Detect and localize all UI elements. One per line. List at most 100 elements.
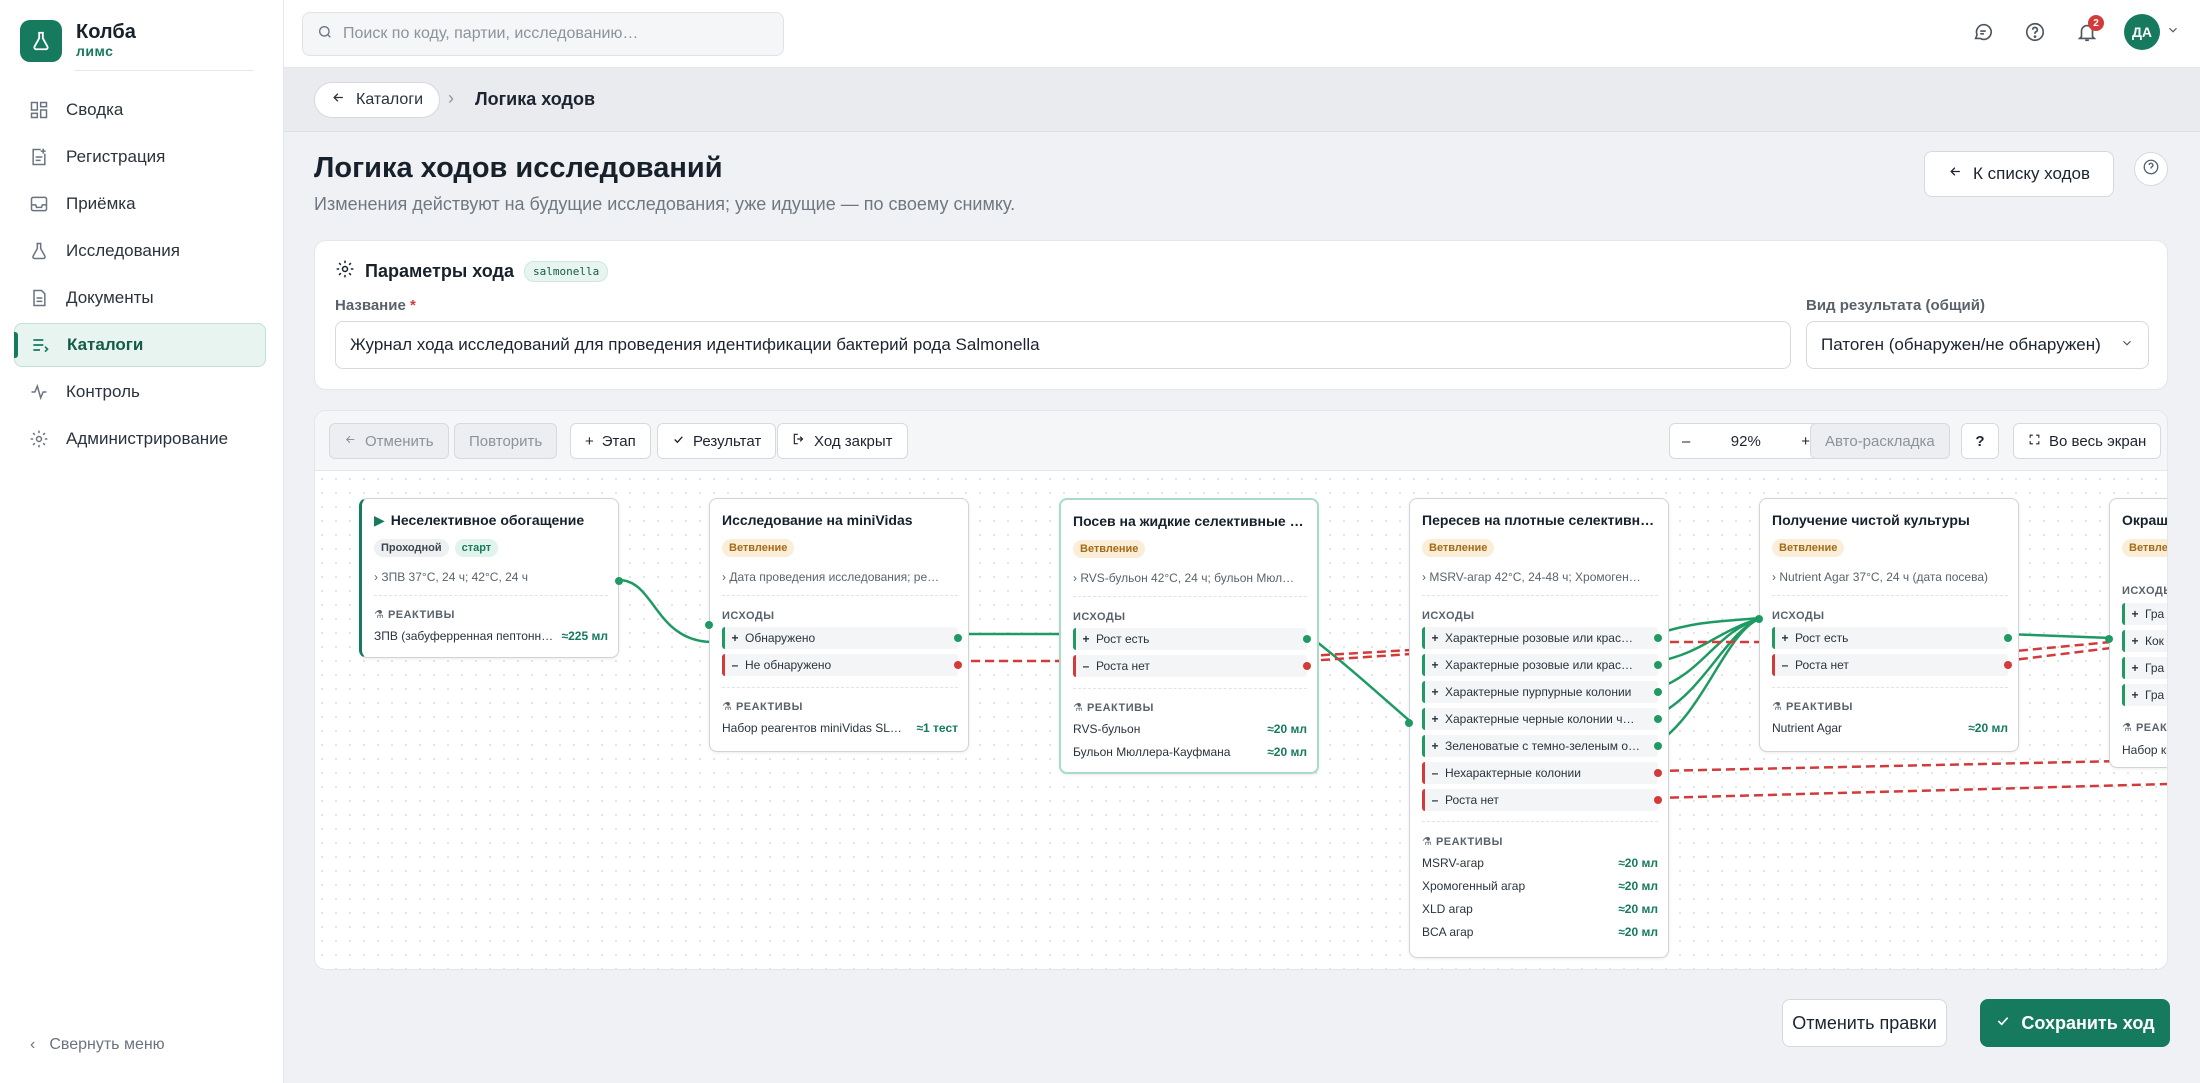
page-title: Логика ходов исследований [314,152,723,184]
outcome-port[interactable] [954,661,962,669]
editor-help-button[interactable]: ? [1961,423,1999,459]
page-help-button[interactable] [2134,152,2168,186]
flow-node[interactable]: ▶ Неселективное обогащение Проходной стар… [359,498,623,658]
close-flow-button[interactable]: Ход закрыт [777,423,908,459]
outcome-row[interactable]: + Рост есть [1073,628,1307,650]
outcome-row[interactable]: – Роста нет [1073,655,1307,677]
outcome-row[interactable]: – Роста нет [1422,789,1658,811]
sidebar-item-research[interactable]: Исследования [14,229,266,273]
flow-node[interactable]: Получение чистой культуры Ветвление › Nu… [1755,498,2019,752]
reagents-heading: ⚗ РЕАКТИВЫ [1422,835,1503,848]
outcome-sign: – [1431,793,1439,807]
outcome-port[interactable] [1654,634,1662,642]
reagents-heading-text: РЕАКТИВЫ [1435,836,1503,848]
outcome-port[interactable] [1654,688,1662,696]
outcome-port[interactable] [1654,661,1662,669]
arrow-left-icon [1948,164,1963,184]
outcome-row[interactable]: + Гра [2122,603,2167,625]
outcome-port[interactable] [1303,635,1311,643]
help-icon[interactable] [2020,17,2050,47]
bell-icon[interactable]: 2 [2072,15,2104,47]
outcome-row[interactable]: – Роста нет [1772,654,2008,676]
outcome-port[interactable] [1654,769,1662,777]
sidebar-item-summary[interactable]: Сводка [14,88,266,132]
reagent-row: Nutrient Agar ≈20 мл [1772,721,2008,735]
flow-canvas[interactable]: ▶ Неселективное обогащение Проходной стар… [315,472,2167,969]
brand[interactable]: Колба лимс [20,20,136,62]
outcome-row[interactable]: + Гра [2122,684,2167,706]
sidebar-item-documents[interactable]: Документы [14,276,266,320]
outcome-row[interactable]: – Нехарактерные колонии [1422,762,1658,784]
flow-node[interactable]: Посев на жидкие селективные … Ветвление … [1059,498,1319,774]
outcome-row[interactable]: + Характерные розовые или крас… [1422,654,1658,676]
node-title: Получение чистой культуры [1772,512,1970,528]
auto-layout-label: Авто-раскладка [1825,432,1935,450]
fullscreen-button[interactable]: Во весь экран [2013,423,2162,459]
redo-button[interactable]: Повторить [454,423,558,459]
outcome-row[interactable]: + Обнаружено [722,627,958,649]
zoom-in-button[interactable]: + [1801,433,1810,450]
add-stage-button[interactable]: + Этап [570,423,651,459]
arrow-left-icon [344,433,357,450]
outcome-port[interactable] [1303,662,1311,670]
outcome-row[interactable]: + Кок [2122,630,2167,652]
cancel-changes-button[interactable]: Отменить правки [1782,999,1947,1047]
result-type-select[interactable]: Патоген (обнаружен/не обнаружен) [1806,321,2149,369]
back-to-list-button[interactable]: К списку ходов [1924,151,2114,197]
outcome-sign: + [731,631,739,645]
auto-layout-button[interactable]: Авто-раскладка [1810,423,1950,459]
add-result-button[interactable]: Результат [657,423,777,459]
node-conditions: › MSRV-агар 42°C, 24-48 ч; Хромоген… [1422,570,1641,584]
search-input[interactable]: Поиск по коду, партии, исследованию… [302,12,784,56]
zoom-out-button[interactable]: – [1682,433,1690,450]
outcome-row[interactable]: + Характерные черные колонии ч… [1422,708,1658,730]
outcome-row[interactable]: – Не обнаружено [722,654,958,676]
output-port[interactable] [615,577,623,585]
flask-small-icon: ⚗ [1073,702,1084,714]
outcome-row[interactable]: + Зеленоватые с темно-зеленым о… [1422,735,1658,757]
sidebar-item-catalogs[interactable]: Каталоги [14,323,266,367]
reagents-heading-text: РЕАКТИВЫ [1785,701,1853,713]
flow-params-card: Параметры хода salmonella Название * Жур… [314,240,2168,390]
outcome-port[interactable] [1654,796,1662,804]
sidebar-item-intake[interactable]: Приёмка [14,182,266,226]
outcome-row[interactable]: + Характерные розовые или крас… [1422,627,1658,649]
input-port[interactable] [2105,635,2113,643]
outcome-text: Характерные черные колонии ч… [1445,712,1635,726]
sidebar-item-control[interactable]: Контроль [14,370,266,414]
exit-icon [792,432,806,450]
name-field[interactable]: Журнал хода исследований для проведения … [335,321,1791,369]
reagent-qty: ≈20 мл [1618,856,1658,870]
divider [1422,821,1658,822]
input-port[interactable] [1755,615,1763,623]
flow-node[interactable]: Пересев на плотные селективн… Ветвление … [1405,498,1669,958]
sidebar-item-registration[interactable]: Регистрация [14,135,266,179]
flow-node[interactable]: Исследование на miniVidas Ветвление › Да… [705,498,969,752]
outcome-port[interactable] [954,634,962,642]
outcome-row[interactable]: + Гра [2122,657,2167,679]
reagent-row: BCA агар ≈20 мл [1422,925,1658,939]
outcome-port[interactable] [2004,634,2012,642]
outcome-row[interactable]: + Характерные пурпурные колонии [1422,681,1658,703]
input-port[interactable] [1405,719,1413,727]
outcome-sign: – [731,658,739,672]
reagent-qty: ≈20 мл [1267,722,1307,736]
flow-node[interactable]: Окраш Ветвле ИСХОДЫ +Гра +Кок +Гра +Гра … [2105,498,2167,768]
save-flow-button[interactable]: Сохранить ход [1980,999,2170,1047]
outcome-row[interactable]: + Рост есть [1772,627,2008,649]
user-menu[interactable]: ДА [2124,14,2180,50]
outcome-port[interactable] [1654,742,1662,750]
edge-liquid-solid [1306,633,1412,723]
collapse-menu-button[interactable]: ‹ Свернуть меню [30,1036,165,1054]
breadcrumb-back-button[interactable]: Каталоги [314,82,441,118]
input-port[interactable] [705,621,713,629]
outcome-port[interactable] [1654,715,1662,723]
node-title-text: Неселективное обогащение [390,512,585,528]
reagent-name: Хромогенный агар [1422,879,1526,893]
outcome-port[interactable] [2004,661,2012,669]
flask-small-icon: ⚗ [722,701,733,713]
chat-icon[interactable] [1968,17,1998,47]
undo-button[interactable]: Отменить [329,423,449,459]
sidebar-item-admin[interactable]: Администрирование [14,417,266,461]
reagent-name: MSRV-агар [1422,856,1484,870]
